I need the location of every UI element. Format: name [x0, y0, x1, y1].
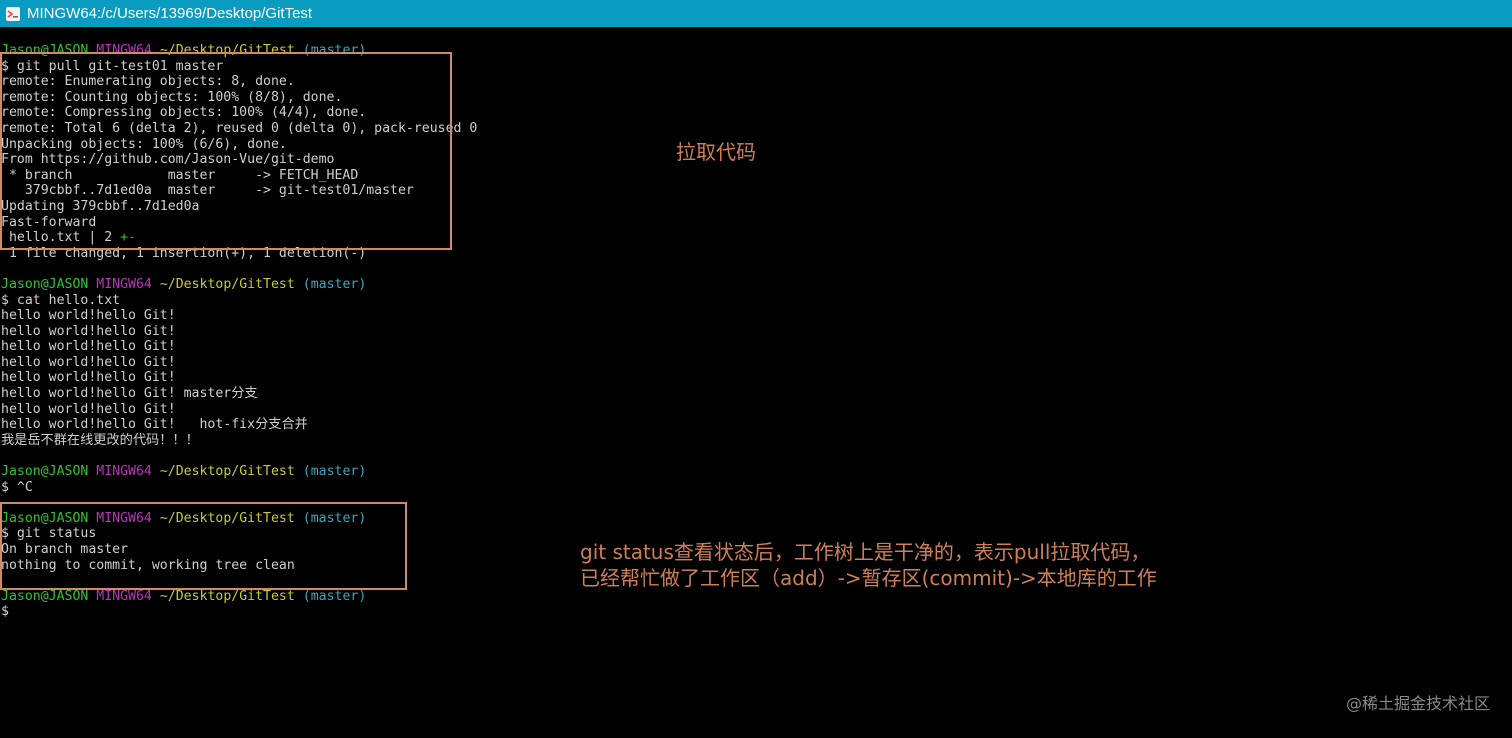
output-line: hello world!hello Git!	[1, 308, 176, 324]
annotation-status-line2: 已经帮忙做了工作区（add）->暂存区(commit)->本地库的工作	[580, 566, 1157, 590]
command-line: $	[1, 604, 9, 620]
window-titlebar: MINGW64:/c/Users/13969/Desktop/GitTest	[0, 0, 1512, 27]
pull-highlight-box	[0, 52, 452, 250]
output-line: hello world!hello Git! master分支	[1, 386, 258, 402]
output-line: hello world!hello Git! hot-fix分支合并	[1, 417, 308, 433]
output-line: hello world!hello Git!	[1, 370, 176, 386]
prompt-user: Jason@JASON	[1, 276, 89, 292]
prompt-line: Jason@JASON MINGW64 ~/Desktop/GitTest (m…	[1, 589, 1101, 605]
prompt-branch: (master)	[302, 276, 367, 292]
output-line: hello world!hello Git!	[1, 401, 176, 417]
prompt-user: Jason@JASON	[1, 588, 89, 604]
prompt-user: Jason@JASON	[1, 464, 89, 480]
output-line: hello world!hello Git!	[1, 323, 176, 339]
annotation-pull: 拉取代码	[676, 140, 756, 164]
annotation-status-line1: git status查看状态后，工作树上是干净的，表示pull拉取代码，	[580, 540, 1151, 564]
prompt-branch: (master)	[302, 464, 367, 480]
command-line: $ ^C	[1, 479, 33, 495]
output-line: hello world!hello Git!	[1, 354, 176, 370]
window-title: MINGW64:/c/Users/13969/Desktop/GitTest	[27, 5, 313, 22]
prompt-path: ~/Desktop/GitTest	[159, 276, 295, 292]
prompt-line: Jason@JASON MINGW64 ~/Desktop/GitTest (m…	[1, 277, 1101, 293]
prompt-path: ~/Desktop/GitTest	[159, 464, 295, 480]
prompt-env: MINGW64	[96, 464, 152, 480]
prompt-branch: (master)	[302, 588, 367, 604]
prompt-path: ~/Desktop/GitTest	[159, 588, 295, 604]
prompt-env: MINGW64	[96, 588, 152, 604]
command-line: $ cat hello.txt	[1, 292, 121, 308]
status-highlight-box	[0, 502, 407, 590]
git-bash-icon	[6, 6, 20, 21]
output-line: 我是岳不群在线更改的代码！！！	[1, 432, 199, 448]
prompt-env: MINGW64	[96, 276, 152, 292]
output-line: hello world!hello Git!	[1, 339, 176, 355]
watermark: @稀土掘金技术社区	[1345, 694, 1490, 713]
prompt-line: Jason@JASON MINGW64 ~/Desktop/GitTest (m…	[1, 464, 1101, 480]
